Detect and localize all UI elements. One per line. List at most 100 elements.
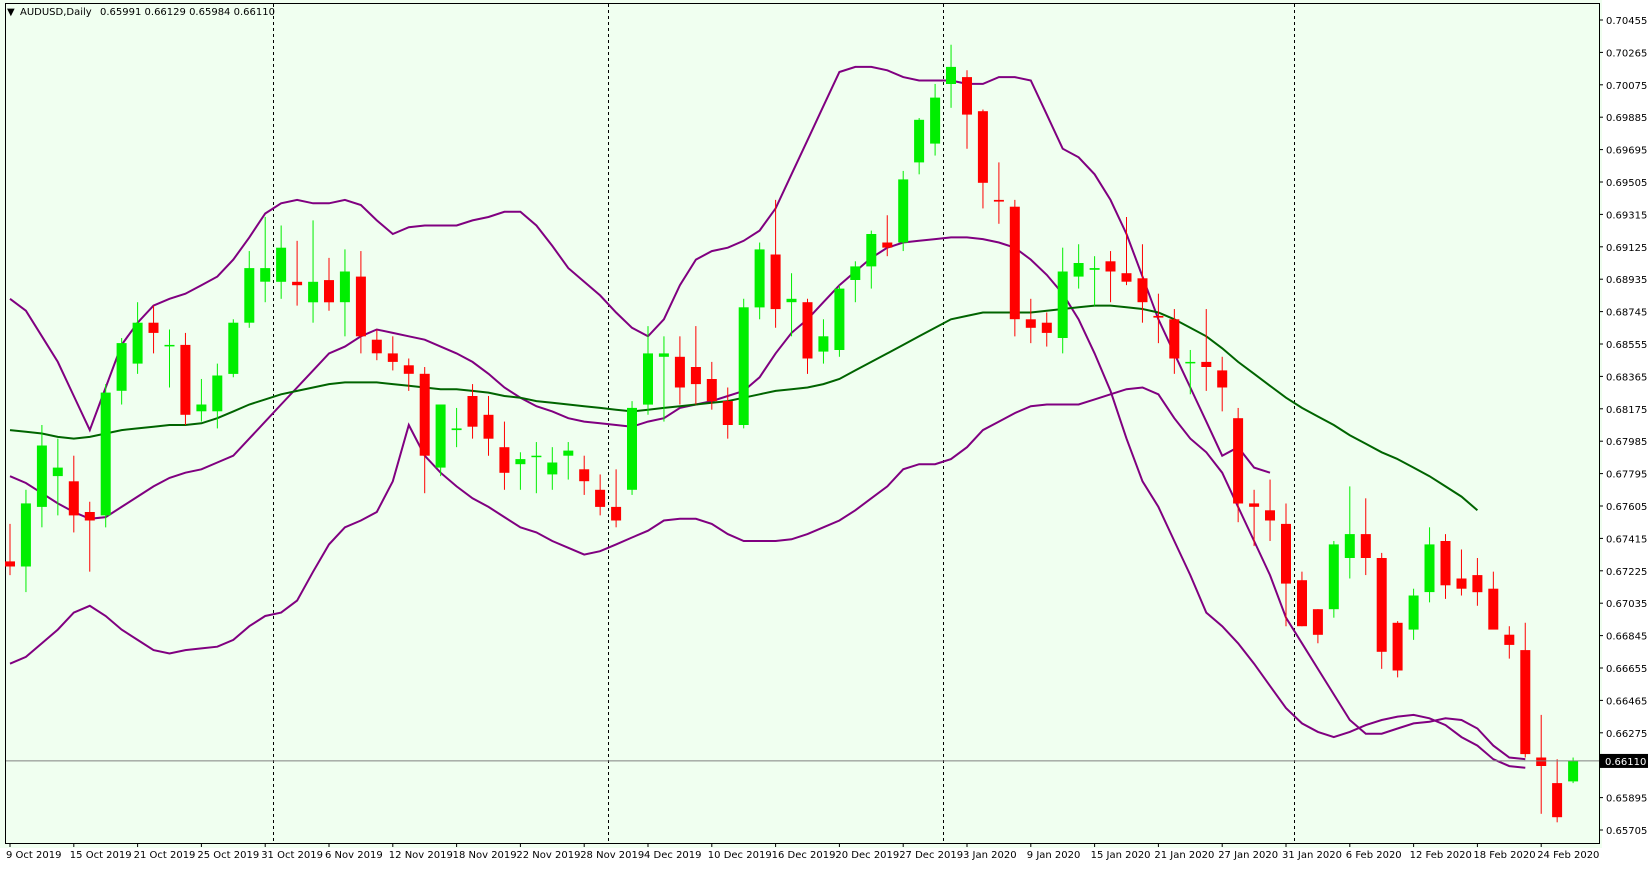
candle-body	[371, 339, 382, 354]
price-tick-label: 0.67415	[1606, 534, 1647, 545]
time-tick-label: 12 Feb 2020	[1410, 850, 1472, 861]
candle-body	[1360, 534, 1371, 558]
time-tick-label: 25 Oct 2019	[197, 850, 259, 861]
time-tick-label: 27 Dec 2019	[899, 850, 963, 861]
candle-body	[1344, 534, 1355, 558]
candle-body	[84, 512, 95, 521]
candle-body	[643, 353, 653, 405]
candle-body	[5, 561, 15, 567]
candle-body	[148, 322, 159, 333]
price-tick-label: 0.70265	[1606, 48, 1647, 59]
candle	[834, 285, 845, 357]
candle-body	[882, 242, 893, 248]
candle-body	[435, 404, 446, 468]
candle	[100, 384, 111, 528]
price-tick-label: 0.65705	[1606, 826, 1647, 837]
candle-body	[387, 353, 398, 362]
candle-body	[1424, 544, 1435, 593]
time-tick-label: 18 Nov 2019	[453, 850, 517, 861]
candle-body	[212, 375, 223, 412]
time-tick-label: 22 Nov 2019	[516, 850, 580, 861]
candle-body	[977, 111, 988, 183]
candle-body	[674, 356, 685, 388]
candle-body	[962, 77, 972, 115]
candle-body	[1009, 206, 1020, 320]
candle-body	[260, 268, 271, 282]
candle-body	[1041, 322, 1052, 333]
candle-body	[738, 307, 749, 425]
time-tick-label: 15 Oct 2019	[70, 850, 132, 861]
candle-body	[1504, 634, 1515, 645]
candle-body	[116, 343, 127, 391]
time-tick-label: 24 Feb 2020	[1537, 850, 1599, 861]
candle-body	[244, 268, 255, 323]
candle-body	[802, 302, 813, 359]
candle-body	[1488, 588, 1499, 630]
time-tick-label: 18 Feb 2020	[1473, 850, 1535, 861]
time-tick-label: 3 Jan 2020	[963, 850, 1017, 861]
candle-body	[483, 414, 494, 439]
ohlc-readout: 0.65991 0.66129 0.65984 0.66110	[100, 7, 275, 18]
candle-body	[451, 428, 462, 431]
time-tick-label: 31 Jan 2020	[1282, 850, 1342, 861]
candle-body	[164, 344, 175, 347]
price-tick-label: 0.68175	[1606, 405, 1647, 416]
chart-header: ▼ AUDUSD,Daily 0.65991 0.66129 0.65984 0…	[7, 7, 275, 18]
price-chart[interactable]: 0.70455 0.70265 0.70075 0.69885 0.69695 0.695…	[0, 0, 1651, 871]
candle-body	[1121, 273, 1132, 282]
candle	[898, 170, 909, 252]
candle	[1392, 621, 1403, 678]
candle-body	[563, 450, 574, 456]
price-tick-label: 0.67035	[1606, 599, 1647, 610]
price-axis[interactable]: 0.70455 0.70265 0.70075 0.69885 0.69695 0.695…	[1599, 16, 1648, 837]
candle-body	[308, 281, 319, 303]
candle-body	[1153, 315, 1164, 318]
candle-body	[467, 396, 478, 427]
time-tick-label: 27 Jan 2020	[1218, 850, 1278, 861]
time-tick-label: 21 Oct 2019	[134, 850, 196, 861]
current-price-label: 0.66110	[1605, 757, 1646, 768]
price-tick-label: 0.69695	[1606, 146, 1647, 157]
candle-body	[1376, 558, 1387, 652]
price-tick-label: 0.68555	[1606, 340, 1647, 351]
candle-body	[1249, 503, 1260, 507]
candle-body	[1057, 271, 1068, 338]
candle-body	[722, 401, 733, 425]
candle-body	[1137, 278, 1148, 303]
price-tick-label: 0.68365	[1606, 372, 1647, 383]
candle-body	[1233, 418, 1244, 504]
price-tick-label: 0.69125	[1606, 243, 1647, 254]
candle	[228, 319, 239, 378]
chart-background	[0, 0, 1602, 848]
price-tick-label: 0.66845	[1606, 632, 1647, 643]
time-tick-label: 31 Oct 2019	[261, 850, 323, 861]
price-tick-label: 0.66465	[1606, 696, 1647, 707]
candle	[435, 404, 446, 477]
candle-body	[1217, 370, 1228, 388]
time-tick-label: 4 Dec 2019	[644, 850, 702, 861]
dropdown-arrow-icon[interactable]: ▼	[7, 7, 15, 18]
candle-body	[627, 407, 637, 490]
candle-body	[1568, 760, 1579, 782]
candle	[180, 332, 191, 425]
price-tick-label: 0.69505	[1606, 178, 1647, 189]
candle-body	[1169, 319, 1180, 359]
candle-body	[611, 506, 622, 521]
candle-body	[1185, 361, 1196, 364]
candle-body	[292, 281, 303, 286]
candle-body	[770, 254, 781, 310]
candle-body	[499, 447, 510, 473]
candle-body	[579, 469, 590, 482]
price-tick-label: 0.65895	[1606, 794, 1647, 805]
candle-body	[818, 336, 829, 352]
candle-body	[1392, 622, 1403, 671]
candle-body	[1440, 541, 1451, 586]
price-tick-label: 0.66275	[1606, 729, 1647, 740]
price-tick-label: 0.67985	[1606, 437, 1647, 448]
candle-body	[1552, 783, 1563, 818]
candle-body	[658, 353, 669, 357]
candle-body	[595, 489, 606, 507]
time-tick-label: 6 Feb 2020	[1346, 850, 1402, 861]
candle-body	[1328, 544, 1339, 610]
candle-body	[1520, 650, 1531, 755]
